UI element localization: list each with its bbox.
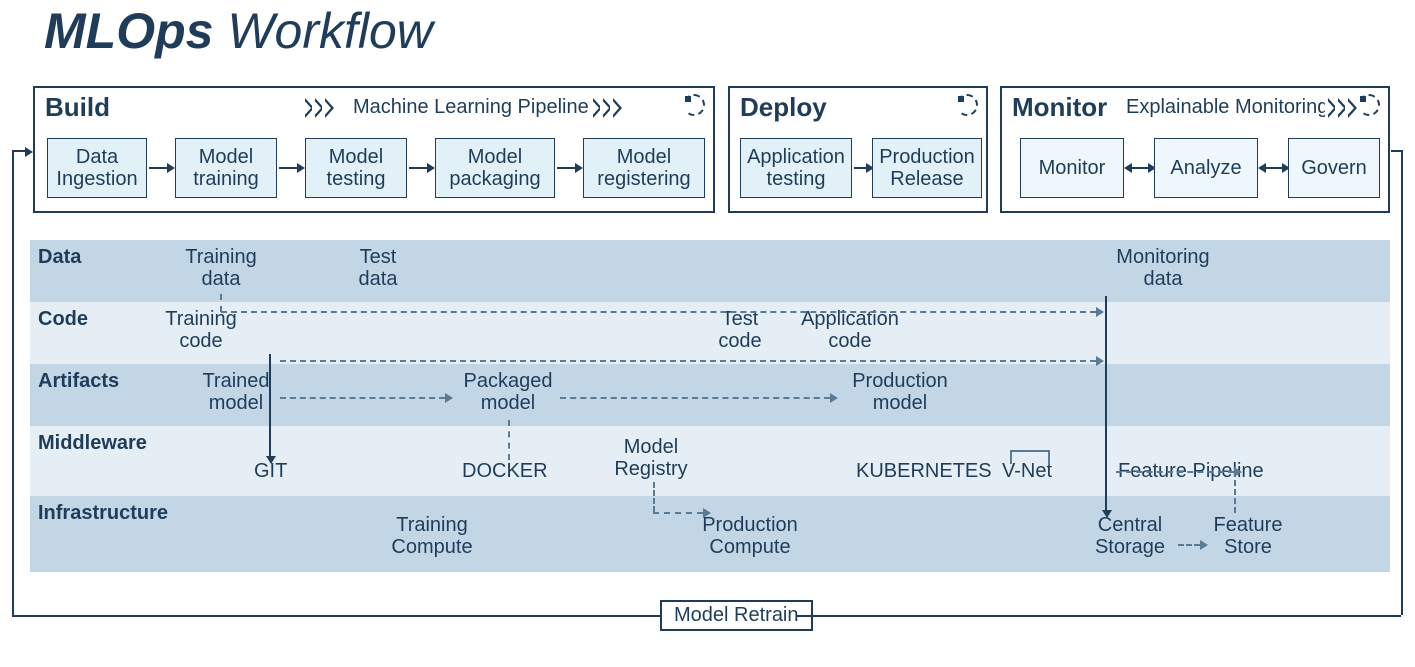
item-training-compute: Training Compute <box>386 514 478 558</box>
layer-label-artifacts: Artifacts <box>30 364 180 399</box>
deploy-panel: Deploy Application testing Production Re… <box>728 86 988 213</box>
connector-dashed <box>653 482 655 512</box>
connector-dashed <box>653 512 703 514</box>
diagram-title: MLOps Workflow <box>44 2 433 60</box>
chevrons-icon <box>593 98 623 118</box>
item-kubernetes: KUBERNETES <box>856 460 992 482</box>
item-trained-model: Trained model <box>196 370 276 414</box>
item-training-data: Training data <box>178 246 264 290</box>
connector-packaged-to-production <box>560 397 830 399</box>
box-model-packaging: Model packaging <box>435 138 555 198</box>
arrow-icon <box>557 167 575 169</box>
cycle-icon <box>1358 94 1380 116</box>
connector-dashed <box>1116 471 1234 473</box>
chevrons-icon <box>1328 98 1358 118</box>
layer-data: Data Training data Test data Monitoring … <box>30 240 1390 302</box>
connector-dashed <box>220 294 222 312</box>
arrow-icon <box>854 167 866 169</box>
connector-dashed <box>1234 471 1236 513</box>
connector-dashed-long <box>221 311 1096 313</box>
title-rest: Workflow <box>213 3 432 59</box>
layer-artifacts: Artifacts Trained model Packaged model P… <box>30 364 1390 426</box>
item-production-model: Production model <box>848 370 952 414</box>
loop-arrow-icon <box>12 150 25 152</box>
box-model-training: Model training <box>175 138 277 198</box>
layer-label-infrastructure: Infrastructure <box>30 496 180 531</box>
arrow-dbl-icon <box>1266 167 1282 169</box>
item-test-code: Test code <box>710 308 770 352</box>
title-bold: MLOps <box>44 3 213 59</box>
cycle-icon <box>956 94 978 116</box>
box-application-testing: Application testing <box>740 138 852 198</box>
build-subtitle: Machine Learning Pipeline <box>353 96 589 119</box>
loop-line <box>796 615 1401 617</box>
loop-line <box>12 615 660 617</box>
monitor-panel: Monitor Explainable Monitoring Monitor A… <box>1000 86 1390 213</box>
connector-trained-to-packaged <box>280 397 445 399</box>
box-data-ingestion: Data Ingestion <box>47 138 147 198</box>
arrow-icon <box>409 167 427 169</box>
connector-monitoring-to-storage <box>1105 296 1107 510</box>
layer-label-middleware: Middleware <box>30 426 180 461</box>
loop-line <box>1391 150 1401 152</box>
box-monitor: Monitor <box>1020 138 1124 198</box>
arrow-icon <box>149 167 167 169</box>
build-title: Build <box>45 92 110 123</box>
monitor-title: Monitor <box>1012 92 1107 123</box>
box-model-testing: Model testing <box>305 138 407 198</box>
item-test-data: Test data <box>348 246 408 290</box>
item-monitoring-data: Monitoring data <box>1108 246 1218 290</box>
model-retrain-box: Model Retrain <box>660 600 813 631</box>
item-production-compute: Production Compute <box>696 514 804 558</box>
box-model-registering: Model registering <box>583 138 705 198</box>
item-docker: DOCKER <box>462 460 548 482</box>
layer-label-data: Data <box>30 240 180 275</box>
connector-training-code-to-git <box>269 354 271 456</box>
chevrons-icon <box>305 98 335 118</box>
box-govern: Govern <box>1288 138 1380 198</box>
bracket-icon <box>1010 450 1050 464</box>
build-panel: Build Machine Learning Pipeline Data Ing… <box>33 86 715 213</box>
item-packaged-model: Packaged model <box>462 370 554 414</box>
item-application-code: Application code <box>796 308 904 352</box>
connector-dashed-long2 <box>280 360 1096 362</box>
monitor-subtitle: Explainable Monitoring <box>1126 96 1328 119</box>
loop-line <box>12 150 14 615</box>
arrow-dbl-icon <box>1132 167 1148 169</box>
item-feature-store: Feature Store <box>1208 514 1288 558</box>
item-model-registry: Model Registry <box>608 436 694 480</box>
cycle-icon <box>683 94 705 116</box>
deploy-title: Deploy <box>740 92 827 123</box>
loop-line <box>1401 150 1403 615</box>
box-analyze: Analyze <box>1154 138 1258 198</box>
item-central-storage: Central Storage <box>1090 514 1170 558</box>
arrow-icon <box>279 167 297 169</box>
connector-dashed <box>508 420 510 460</box>
layer-middleware: Middleware GIT DOCKER Model Registry KUB… <box>30 426 1390 496</box>
item-training-code: Training code <box>158 308 244 352</box>
connector-storage-to-fstore <box>1178 544 1200 546</box>
box-production-release: Production Release <box>872 138 982 198</box>
